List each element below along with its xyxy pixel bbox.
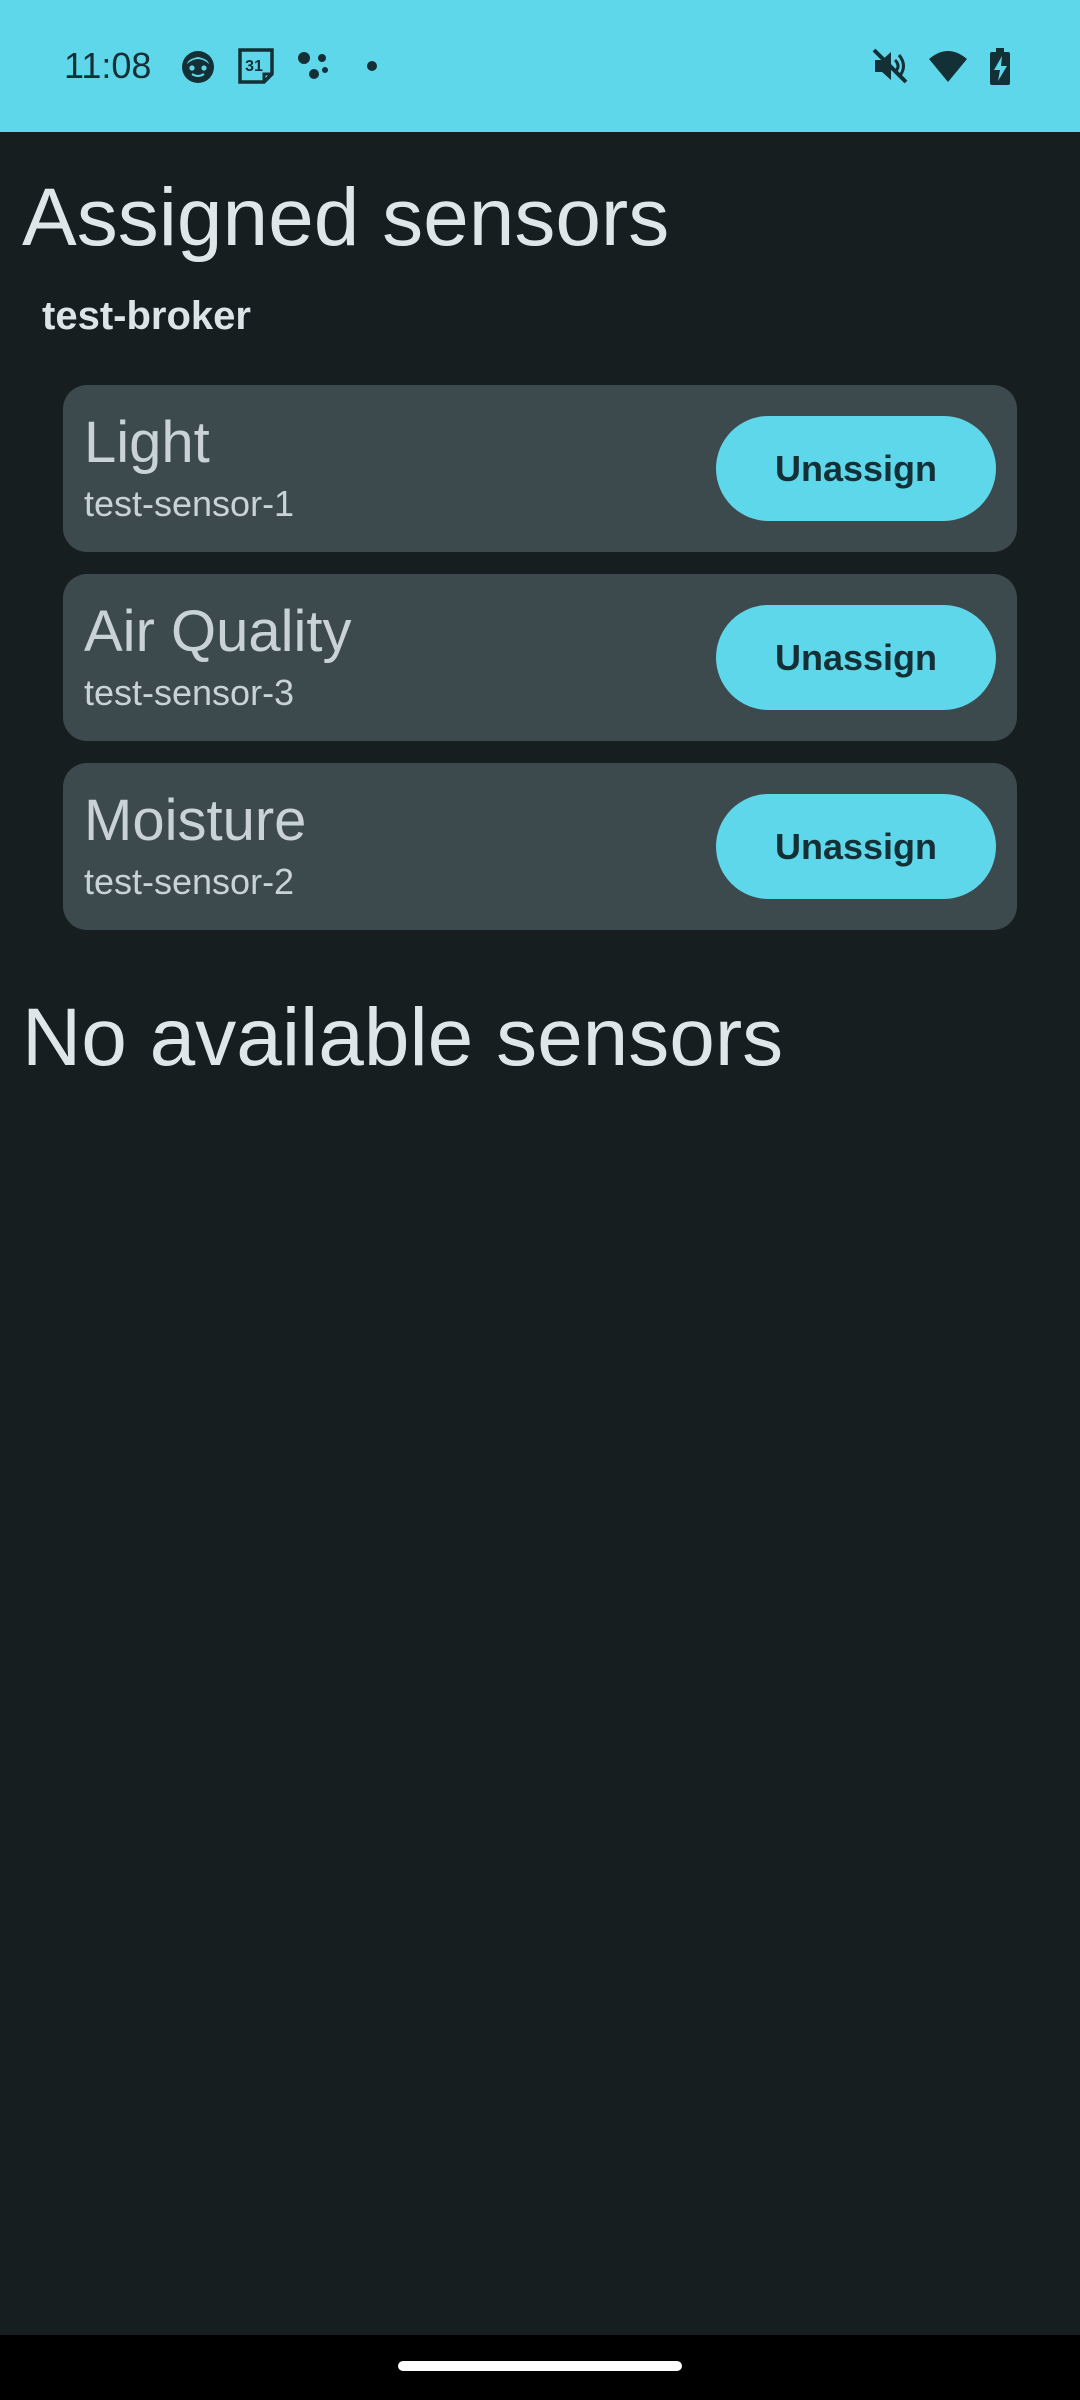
available-sensors-title: No available sensors	[22, 992, 784, 1083]
sensor-id: test-sensor-1	[84, 483, 295, 524]
face-icon	[178, 46, 218, 86]
calendar-day: 31	[245, 58, 263, 75]
sensor-card: Light test-sensor-1 Unassign	[63, 385, 1017, 552]
sensor-type: Light	[84, 410, 210, 475]
broker-label: test-broker	[42, 294, 251, 338]
status-bar: 11:08 31	[0, 0, 1080, 132]
navigation-bar	[0, 2335, 1080, 2400]
sensor-card: Moisture test-sensor-2 Unassign	[63, 763, 1017, 930]
assistant-icon	[294, 46, 334, 86]
calendar-icon: 31	[236, 46, 276, 86]
status-time: 11:08	[64, 45, 152, 86]
sensor-id: test-sensor-2	[84, 861, 295, 902]
home-gesture-handle[interactable]	[398, 2361, 682, 2371]
assigned-sensors-title: Assigned sensors	[22, 172, 670, 263]
sensor-id: test-sensor-3	[84, 672, 295, 713]
battery-charging-icon	[980, 46, 1020, 86]
notification-dot-icon	[356, 46, 396, 86]
wifi-icon	[928, 46, 968, 86]
sensor-type: Moisture	[84, 788, 307, 853]
sensor-card: Air Quality test-sensor-3 Unassign	[63, 574, 1017, 741]
main-content: Assigned sensors test-broker Light test-…	[0, 132, 1080, 2332]
sensor-type: Air Quality	[84, 599, 352, 664]
unassign-button[interactable]: Unassign	[716, 416, 996, 521]
unassign-button[interactable]: Unassign	[716, 605, 996, 710]
unassign-button[interactable]: Unassign	[716, 794, 996, 899]
mute-icon	[870, 46, 910, 86]
